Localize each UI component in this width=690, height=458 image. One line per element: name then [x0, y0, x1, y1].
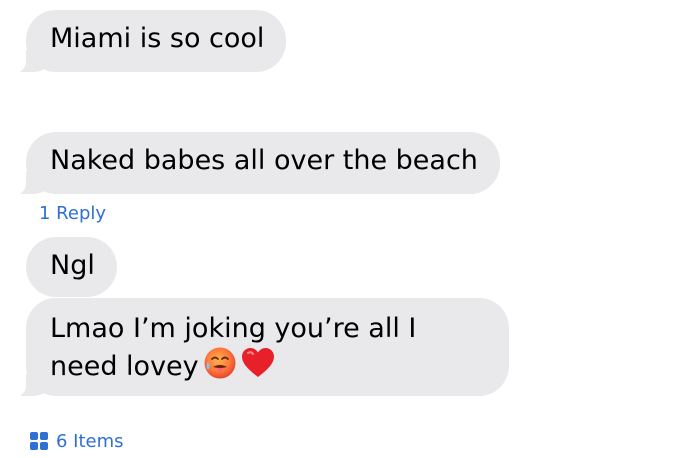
message-bubble[interactable]: Naked babes all over the beach	[26, 132, 500, 194]
message-bubble[interactable]: Miami is so cool	[26, 10, 287, 72]
items-label: 6 Items	[56, 430, 124, 452]
message-bubble[interactable]: Lmao I’m joking you’re all I need lovey	[26, 298, 509, 396]
grid-icon	[30, 432, 48, 450]
message-bubble[interactable]: Ngl	[26, 237, 117, 297]
message-text: Naked babes all over the beach	[50, 145, 478, 176]
message-text: Miami is so cool	[50, 23, 265, 54]
hot-face-emoji	[203, 346, 237, 389]
items-link[interactable]: 6 Items	[30, 428, 124, 454]
reply-count-link[interactable]: 1 Reply	[39, 202, 106, 226]
red-heart-emoji	[241, 347, 275, 388]
message-text: Ngl	[50, 250, 95, 281]
